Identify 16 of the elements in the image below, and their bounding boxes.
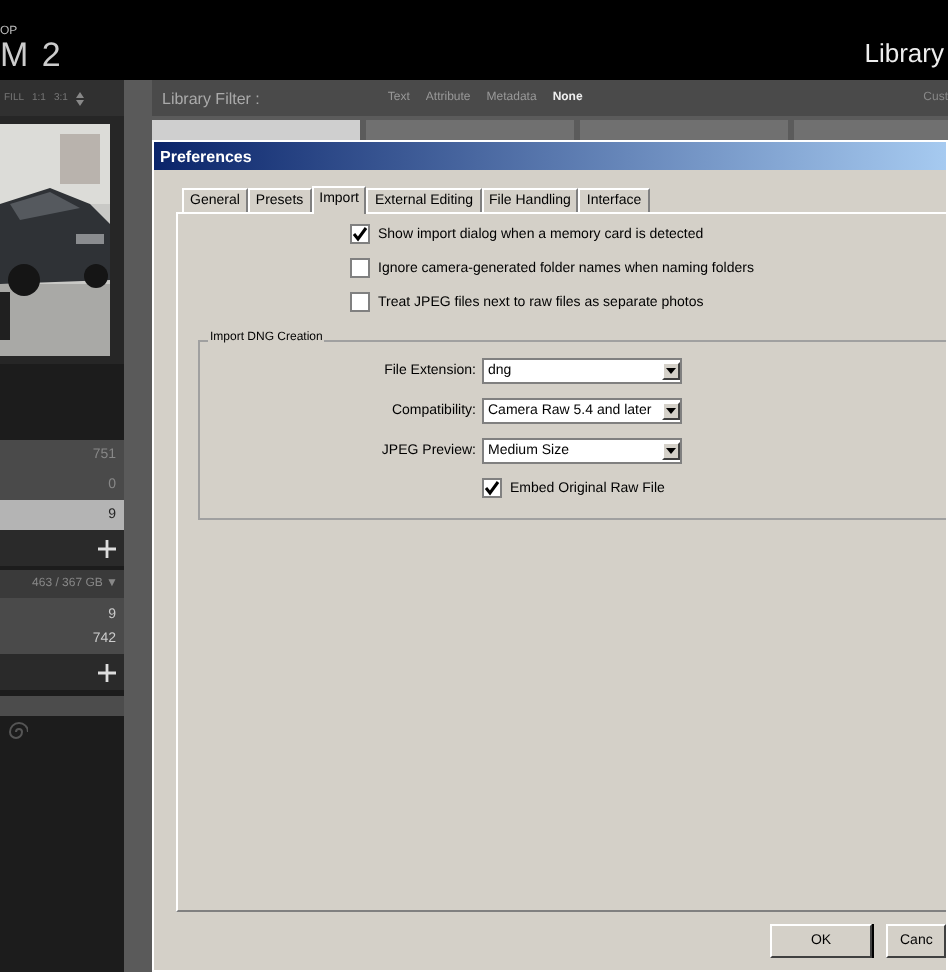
checkbox[interactable] bbox=[350, 258, 370, 278]
plus-icon bbox=[98, 539, 116, 557]
stepper-icon bbox=[75, 91, 84, 105]
dropdown-arrow-icon bbox=[666, 448, 676, 454]
logo-text: M 2 bbox=[0, 38, 63, 72]
dropdown-arrow-icon bbox=[666, 408, 676, 414]
spiral-icon bbox=[4, 720, 28, 744]
checkbox[interactable] bbox=[350, 292, 370, 312]
panel-bar bbox=[0, 696, 124, 716]
dropdown-arrow-icon bbox=[666, 368, 676, 374]
checkbox[interactable] bbox=[482, 478, 502, 498]
checkbox[interactable] bbox=[350, 224, 370, 244]
module-tab[interactable]: Library bbox=[864, 38, 944, 68]
dialog-title: Preferences bbox=[154, 142, 946, 170]
plus-icon bbox=[98, 663, 116, 681]
filter-title: Library Filter : bbox=[162, 89, 260, 107]
